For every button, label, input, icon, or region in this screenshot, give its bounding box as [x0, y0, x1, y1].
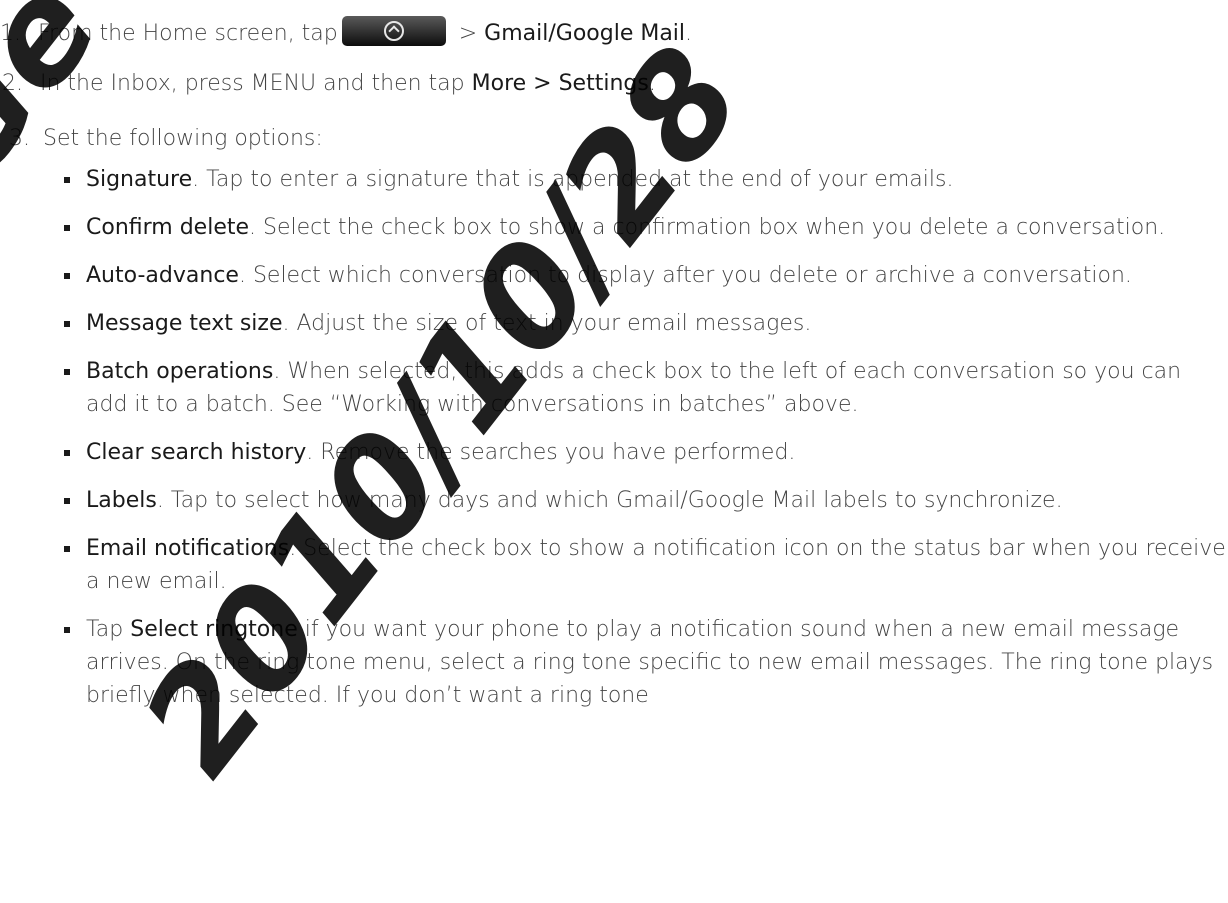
option-term: Labels: [86, 488, 157, 513]
options-list: Signature. Tap to enter a signature that…: [64, 163, 1226, 727]
option-desc: . Remove the searches you have performed…: [306, 440, 796, 465]
option-pre: Tap: [86, 617, 131, 642]
home-button-icon: [341, 16, 446, 46]
step-target: Gmail/Google Mail: [484, 21, 686, 46]
step-end: .: [648, 71, 656, 96]
option-term: Signature: [86, 167, 193, 192]
option-term: Auto-advance: [86, 263, 239, 288]
option-term: Select ringtone: [130, 617, 298, 642]
step-3: 3. Set the following options:: [9, 126, 323, 151]
option-term: Email notifications: [86, 536, 290, 561]
option-labels: Labels. Tap to select how many days and …: [64, 484, 1226, 517]
option-auto-advance: Auto-advance. Select which conversation …: [64, 259, 1226, 292]
option-desc: . Tap to select how many days and which …: [156, 488, 1063, 513]
step-1: 1. From the Home screen, tap > Gmail/Goog…: [0, 16, 692, 46]
option-term: Message text size: [86, 311, 283, 336]
option-message-text-size: Message text size. Adjust the size of te…: [64, 307, 1226, 340]
option-email-notifications: Email notifications. Select the check bo…: [64, 532, 1226, 598]
step-end: .: [685, 21, 693, 46]
step-text: Set the following options:: [43, 126, 323, 151]
option-desc: . Tap to enter a signature that is appen…: [192, 167, 954, 192]
option-term: Batch operations: [86, 359, 274, 384]
step-text: In the Inbox, press MENU and then tap: [40, 71, 472, 96]
option-signature: Signature. Tap to enter a signature that…: [64, 163, 1226, 196]
option-desc: . Select which conversation to display a…: [238, 263, 1132, 288]
option-desc: . Select the check box to show a confirm…: [249, 215, 1166, 240]
step-number: 2.: [2, 71, 23, 96]
option-term: Clear search history: [86, 440, 307, 465]
option-term: Confirm delete: [86, 215, 250, 240]
option-confirm-delete: Confirm delete. Select the check box to …: [64, 211, 1226, 244]
option-desc: . Adjust the size of text in your email …: [282, 311, 812, 336]
option-select-ringtone: Tap Select ringtone if you want your pho…: [64, 613, 1226, 712]
step-number: 1.: [0, 21, 21, 46]
step-2: 2. In the Inbox, press MENU and then tap …: [2, 71, 656, 96]
step-number: 3.: [9, 126, 30, 151]
step-target: More > Settings: [471, 71, 649, 96]
step-separator: >: [451, 21, 485, 46]
option-clear-search-history: Clear search history. Remove the searche…: [64, 436, 1226, 469]
option-batch-operations: Batch operations. When selected, this ad…: [64, 355, 1226, 421]
step-text: From the Home screen, tap: [38, 21, 338, 46]
